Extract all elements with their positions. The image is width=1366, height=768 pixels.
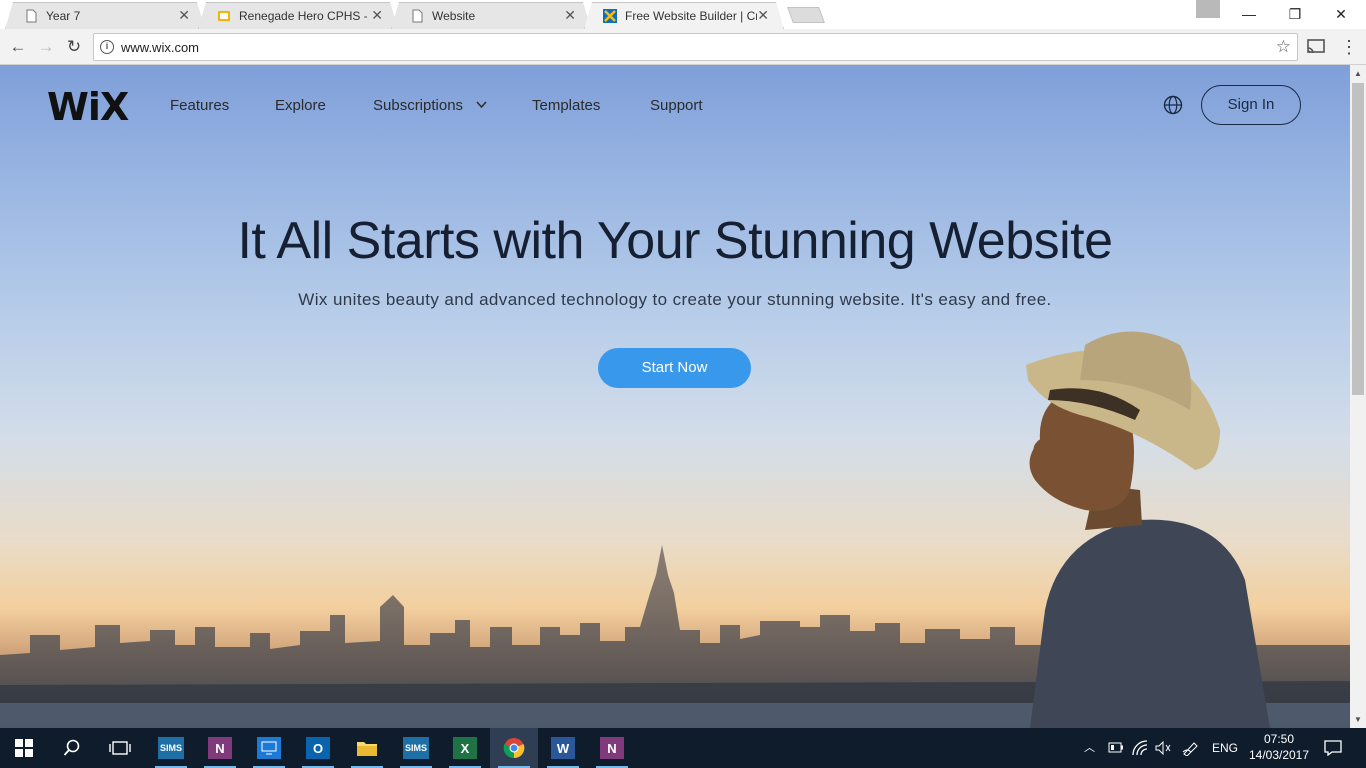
excel-icon[interactable]: X: [441, 728, 489, 768]
battery-icon[interactable]: [1108, 742, 1124, 753]
tab-renegade-hero[interactable]: Renegade Hero CPHS - G ✕: [198, 2, 398, 29]
pen-ink-icon[interactable]: [1182, 740, 1200, 756]
clock-date: 14/03/2017: [1248, 748, 1310, 762]
outlook-icon[interactable]: O: [294, 728, 342, 768]
onenote-icon-2[interactable]: N: [588, 728, 636, 768]
globe-icon[interactable]: [1163, 95, 1183, 115]
nav-templates[interactable]: Templates: [532, 97, 600, 114]
search-icon[interactable]: [48, 728, 96, 768]
tab-title: Free Website Builder | Cr: [625, 9, 757, 23]
windows-start-icon[interactable]: [0, 728, 48, 768]
task-view-icon[interactable]: [96, 728, 144, 768]
sims-app-icon[interactable]: SIMS: [147, 728, 195, 768]
start-now-button[interactable]: Start Now: [598, 348, 751, 388]
close-tab-icon[interactable]: ✕: [564, 7, 576, 24]
page-icon: [24, 9, 38, 23]
close-tab-icon[interactable]: ✕: [371, 7, 383, 24]
back-arrow-icon[interactable]: ←: [6, 35, 30, 59]
volume-muted-icon[interactable]: [1155, 741, 1171, 755]
nav-subscriptions[interactable]: Subscriptions: [373, 97, 463, 114]
remote-desktop-icon[interactable]: [245, 728, 293, 768]
onenote-icon[interactable]: N: [196, 728, 244, 768]
clock-time: 07:50: [1263, 732, 1295, 746]
wix-homepage: WiX Features Explore Subscriptions Templ…: [0, 65, 1350, 728]
word-icon[interactable]: W: [539, 728, 587, 768]
tab-title: Website: [432, 9, 476, 23]
file-explorer-icon[interactable]: [343, 728, 391, 768]
tab-year-7[interactable]: Year 7 ✕: [5, 2, 205, 29]
profile-icon[interactable]: [1196, 0, 1220, 18]
action-center-icon[interactable]: [1324, 740, 1342, 756]
reload-icon[interactable]: ↻: [62, 35, 86, 59]
wix-logo[interactable]: WiX: [47, 85, 129, 129]
restore-icon[interactable]: ❐: [1272, 0, 1318, 29]
scroll-down-arrow-icon[interactable]: ▼: [1350, 715, 1366, 724]
show-hidden-icons-chevron-icon[interactable]: ︿: [1084, 728, 1095, 768]
scroll-up-arrow-icon[interactable]: ▲: [1350, 69, 1366, 78]
browser-tab-strip: Year 7 ✕ Renegade Hero CPHS - G ✕ Websit…: [0, 0, 1366, 29]
tab-title: Renegade Hero CPHS - G: [239, 9, 367, 23]
slides-icon: [217, 9, 231, 23]
nav-explore[interactable]: Explore: [275, 97, 326, 114]
new-tab-button[interactable]: [787, 7, 825, 23]
tab-website[interactable]: Website ✕: [391, 2, 591, 29]
forward-arrow-icon[interactable]: →: [34, 35, 58, 59]
chevron-down-icon[interactable]: [476, 101, 487, 109]
page-scrollbar[interactable]: ▲ ▼: [1350, 65, 1366, 728]
chrome-menu-icon[interactable]: ⋮: [1337, 35, 1361, 59]
site-info-icon[interactable]: i: [100, 40, 114, 54]
page-icon: [410, 9, 424, 23]
scrollbar-thumb[interactable]: [1352, 83, 1364, 395]
close-window-icon[interactable]: ✕: [1318, 0, 1364, 29]
windows-taskbar: SIMS N O SIMS X W N ︿ ENG 07:50 14/03/20…: [0, 728, 1366, 768]
chrome-icon[interactable]: [490, 728, 538, 768]
nav-support[interactable]: Support: [650, 97, 703, 114]
clock[interactable]: 07:50 14/03/2017: [1248, 731, 1310, 763]
man-in-hat-image: [1026, 331, 1270, 728]
tab-wix[interactable]: Free Website Builder | Cr ✕: [584, 2, 784, 29]
input-language[interactable]: ENG: [1212, 728, 1238, 768]
browser-toolbar: ← → ↻ i www.wix.com ☆ ⋮: [0, 29, 1366, 65]
cast-icon[interactable]: [1306, 38, 1326, 56]
url-text[interactable]: www.wix.com: [121, 40, 199, 55]
hero-headline: It All Starts with Your Stunning Website: [237, 212, 1113, 270]
nav-features[interactable]: Features: [170, 97, 229, 114]
hero-subline: Wix unites beauty and advanced technolog…: [298, 290, 1052, 309]
address-bar[interactable]: i www.wix.com ☆: [93, 33, 1298, 61]
bookmark-star-icon[interactable]: ☆: [1276, 37, 1291, 57]
wifi-icon[interactable]: [1132, 740, 1148, 756]
close-tab-icon[interactable]: ✕: [178, 7, 190, 24]
sims-app-icon-2[interactable]: SIMS: [392, 728, 440, 768]
close-tab-icon[interactable]: ✕: [757, 7, 769, 24]
sign-in-button[interactable]: Sign In: [1201, 85, 1301, 125]
tab-title: Year 7: [46, 9, 81, 23]
minimize-icon[interactable]: —: [1226, 0, 1272, 29]
wix-favicon: [603, 9, 617, 23]
